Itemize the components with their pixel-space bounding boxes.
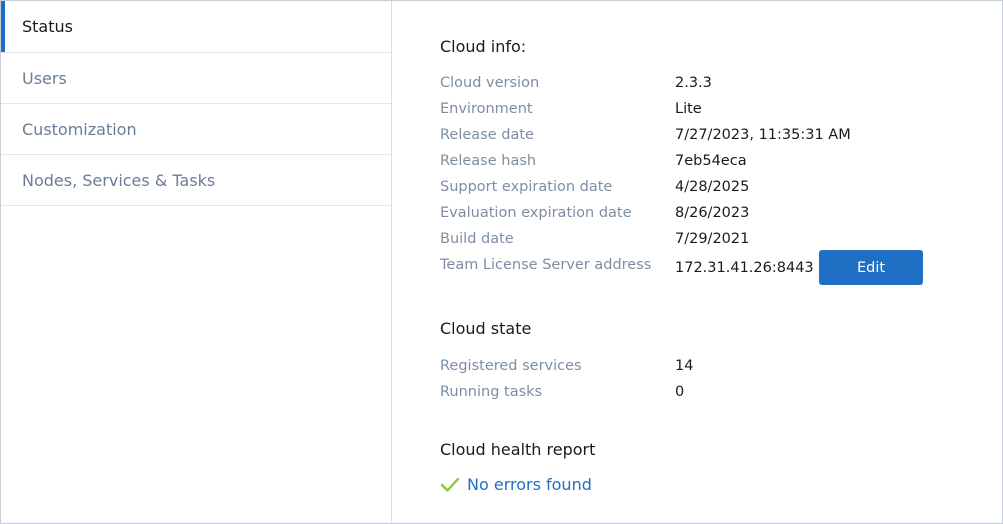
info-row: Cloud version 2.3.3 <box>440 75 960 101</box>
info-value: 8/26/2023 <box>675 205 750 221</box>
info-label: Team License Server address <box>440 257 652 273</box>
info-row: Release hash 7eb54eca <box>440 153 960 179</box>
info-row: Support expiration date 4/28/2025 <box>440 179 960 205</box>
state-row: Registered services 14 <box>440 358 960 384</box>
app-window: Status Users Customization Nodes, Servic… <box>0 0 1003 524</box>
state-row: Running tasks 0 <box>440 384 960 410</box>
info-label: Build date <box>440 231 514 247</box>
info-label: Environment <box>440 101 533 117</box>
info-row: Environment Lite <box>440 101 960 127</box>
info-label: Release date <box>440 127 534 143</box>
info-value: 7/27/2023, 11:35:31 AM <box>675 127 851 143</box>
sidebar-item-customization[interactable]: Customization <box>1 104 391 155</box>
info-value: Lite <box>675 101 702 117</box>
info-value: 2.3.3 <box>675 75 712 91</box>
sidebar-item-nodes-services-tasks[interactable]: Nodes, Services & Tasks <box>1 155 391 206</box>
info-row: Evaluation expiration date 8/26/2023 <box>440 205 960 231</box>
status-panel: Cloud info: Cloud version 2.3.3 Environm… <box>440 1 980 523</box>
sidebar: Status Users Customization Nodes, Servic… <box>1 1 392 523</box>
license-server-address: 172.31.41.26:8443 <box>675 260 814 276</box>
sidebar-item-users[interactable]: Users <box>1 53 391 104</box>
info-value: 7eb54eca <box>675 153 747 169</box>
state-label: Running tasks <box>440 384 543 400</box>
info-label: Support expiration date <box>440 179 613 195</box>
state-label: Registered services <box>440 358 582 374</box>
health-status: No errors found <box>440 475 592 494</box>
state-value: 14 <box>675 358 694 374</box>
info-label: Release hash <box>440 153 537 169</box>
edit-button[interactable]: Edit <box>819 250 923 285</box>
cloud-state-title: Cloud state <box>440 319 532 338</box>
check-icon <box>440 477 460 492</box>
cloud-info-title: Cloud info: <box>440 37 527 56</box>
info-value: 7/29/2021 <box>675 231 750 247</box>
info-label: Cloud version <box>440 75 540 91</box>
info-row: Release date 7/27/2023, 11:35:31 AM <box>440 127 960 153</box>
info-value: 4/28/2025 <box>675 179 750 195</box>
state-value: 0 <box>675 384 685 400</box>
health-report-title: Cloud health report <box>440 440 596 459</box>
info-label: Evaluation expiration date <box>440 205 632 221</box>
sidebar-item-status[interactable]: Status <box>1 1 391 53</box>
health-status-text: No errors found <box>467 475 592 494</box>
